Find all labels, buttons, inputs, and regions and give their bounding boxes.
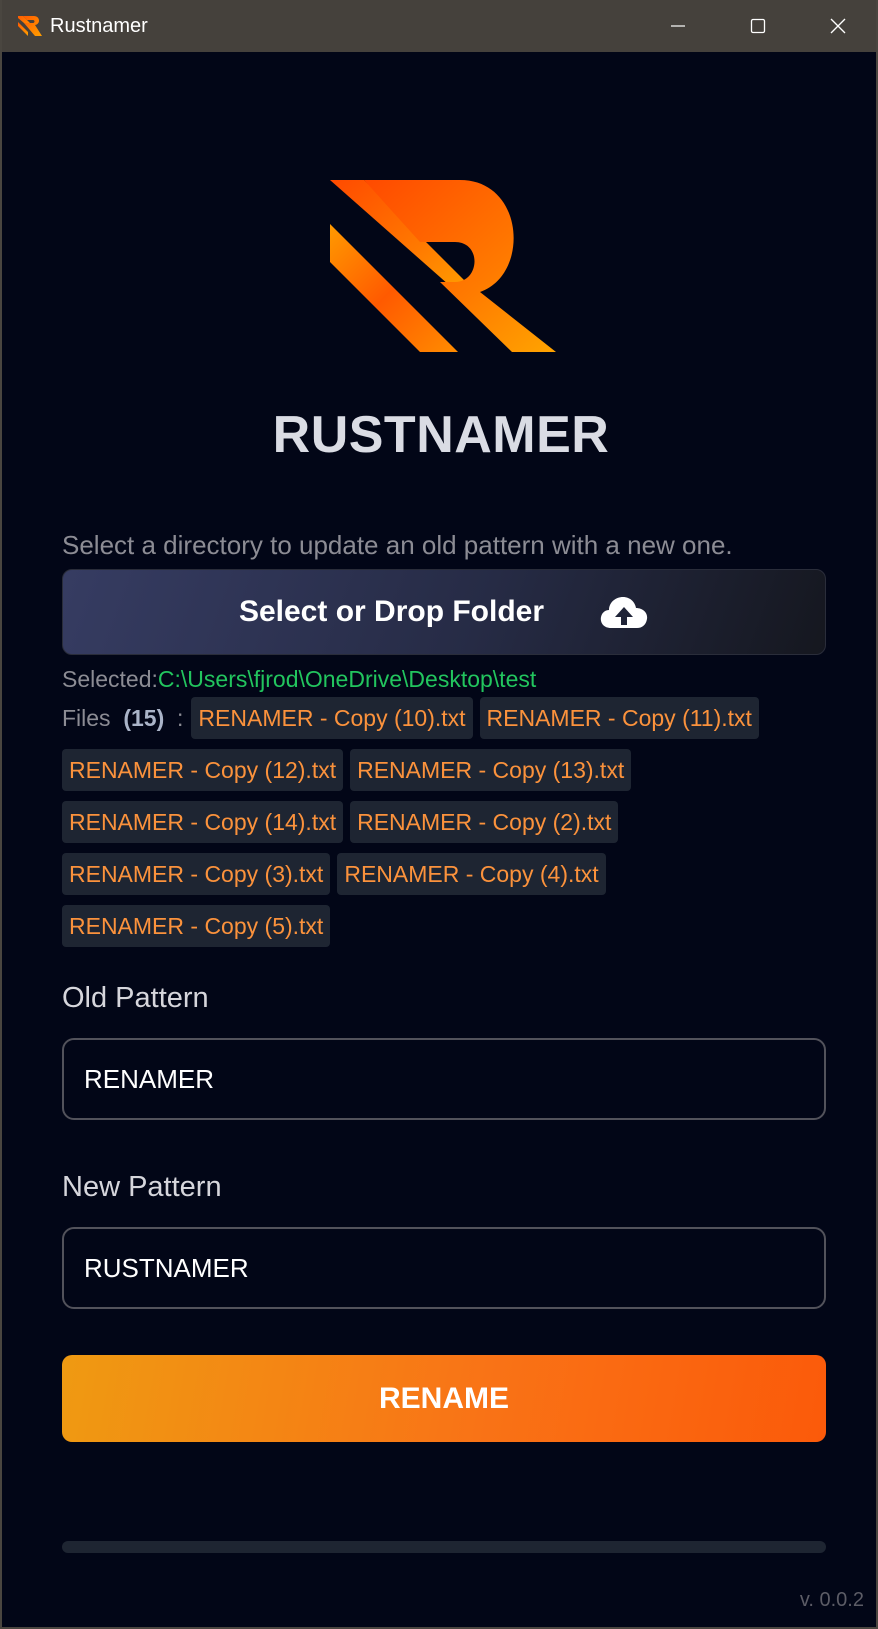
close-icon (830, 18, 846, 34)
window-title: Rustnamer (50, 15, 148, 37)
old-pattern-label: Old Pattern (62, 982, 209, 1014)
file-chip: RENAMER - Copy (3).txt (62, 853, 331, 895)
version-label: v. 0.0.2 (799, 1589, 864, 1611)
files-count: (15) (123, 705, 165, 731)
app-window: Rustnamer RUSTNAMER Select a directory t… (0, 0, 878, 1629)
files-list: Files (15) : RENAMER - Copy (10).txt RENAM… (62, 697, 832, 957)
files-label-text: Files (62, 705, 111, 731)
title-bar[interactable]: Rustnamer (2, 0, 876, 52)
file-chip: RENAMER - Copy (5).txt (62, 905, 331, 947)
new-pattern-input[interactable] (62, 1227, 826, 1309)
selected-path: C:\Users\fjrod\OneDrive\Desktop\test (157, 666, 537, 692)
app-name-heading: RUSTNAMER (272, 406, 610, 464)
rustnamer-logo (330, 180, 556, 352)
file-chip: RENAMER - Copy (2).txt (350, 801, 619, 843)
close-button[interactable] (798, 0, 876, 52)
file-chip: RENAMER - Copy (13).txt (350, 749, 632, 791)
file-chip: RENAMER - Copy (4).txt (337, 853, 606, 895)
selected-path-line: Selected:C:\Users\fjrod\OneDrive\Desktop… (62, 666, 536, 693)
old-pattern-input[interactable] (62, 1038, 826, 1120)
rename-button[interactable]: RENAME (62, 1355, 826, 1442)
selected-label: Selected: (62, 666, 158, 692)
file-chip: RENAMER - Copy (11).txt (479, 697, 759, 739)
file-chip: RENAMER - Copy (10).txt (191, 697, 473, 739)
files-separator: : (177, 705, 184, 731)
app-logo-icon (18, 16, 42, 36)
maximize-button[interactable] (718, 0, 798, 52)
select-folder-button[interactable]: Select or Drop Folder (62, 569, 826, 655)
minimize-button[interactable] (638, 0, 718, 52)
cloud-upload-icon (600, 597, 648, 628)
minimize-icon (671, 25, 685, 27)
maximize-icon (750, 18, 766, 34)
file-chip: RENAMER - Copy (14).txt (62, 801, 344, 843)
files-label: Files (15) : (62, 697, 183, 739)
file-chip: RENAMER - Copy (12).txt (62, 749, 344, 791)
select-folder-label: Select or Drop Folder (238, 595, 545, 628)
instruction-text: Select a directory to update an old patt… (62, 530, 733, 560)
progress-bar (62, 1541, 826, 1553)
new-pattern-label: New Pattern (62, 1171, 222, 1203)
